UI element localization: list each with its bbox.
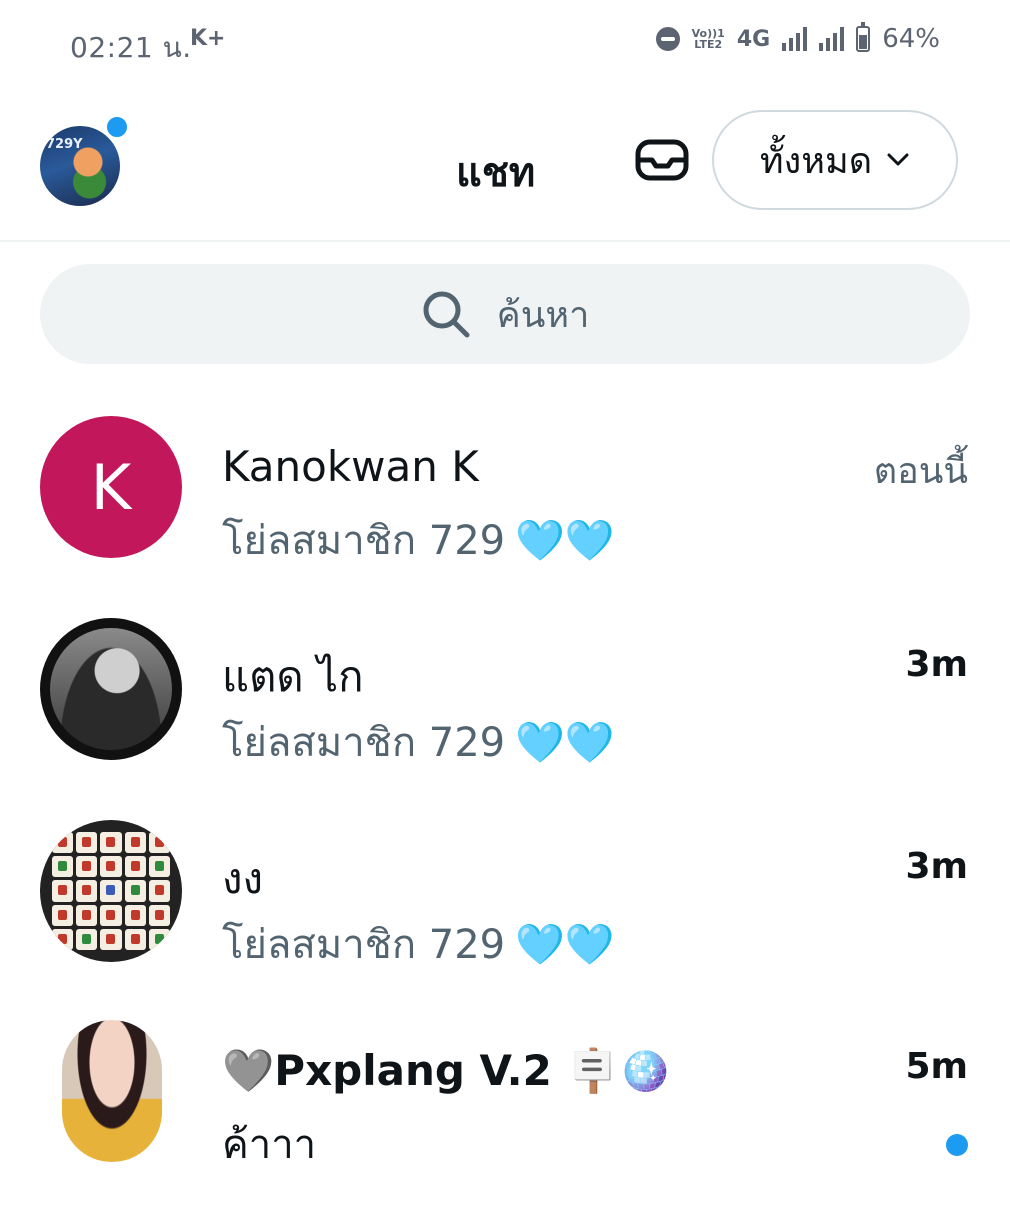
avatar-letter: K: [90, 450, 132, 524]
avatar[interactable]: K: [40, 416, 182, 558]
filter-label: ทั้งหมด: [759, 140, 873, 182]
light-blue-heart-emoji: 🩵🩵: [515, 517, 615, 564]
preview-text: โย่ลสมาชิก 729: [222, 720, 506, 766]
battery-icon: [856, 22, 871, 52]
volte-icon: Vo))1 LTE2: [692, 28, 725, 50]
conversation-time: ตอนนี้: [873, 451, 968, 492]
network-type: 4G: [736, 26, 771, 52]
conversation-name: งง: [222, 854, 264, 903]
avatar[interactable]: [40, 820, 182, 962]
conversation-item[interactable]: งง 3m โย่ลสมาชิก 729 🩵🩵: [0, 820, 1010, 1020]
search-icon: [423, 291, 470, 338]
preview-text: โย่ลสมาชิก 729: [222, 922, 506, 968]
chat-header: 729Y แชท ทั้งหมด: [0, 86, 1010, 242]
conversation-preview: ค้าาา: [222, 1112, 316, 1176]
status-bar: 02:21 น. K+ Vo))1 LTE2 4G 64%: [0, 0, 1010, 86]
conversation-time: 3m: [905, 644, 968, 685]
conversation-name: แตด ไก: [222, 652, 364, 701]
search-placeholder: ค้นหา: [496, 294, 590, 336]
conversation-preview: โย่ลสมาชิก 729 🩵🩵: [222, 912, 615, 976]
battery-percent: 64%: [882, 24, 940, 54]
signal-icon-2: [819, 27, 845, 51]
volte-bottom: LTE2: [694, 38, 723, 51]
conversation-item[interactable]: 🩶Pxplang V.2 🪧🪩 5m ค้าาา: [0, 1020, 1010, 1220]
conversation-preview: โย่ลสมาชิก 729 🩵🩵: [222, 710, 615, 774]
avatar[interactable]: [40, 1020, 182, 1162]
light-blue-heart-emoji: 🩵🩵: [515, 719, 615, 766]
light-blue-heart-emoji: 🩵🩵: [515, 921, 615, 968]
preview-text: โย่ลสมาชิก 729: [222, 518, 506, 564]
filter-dropdown[interactable]: ทั้งหมด: [712, 110, 958, 210]
avatar[interactable]: [40, 618, 182, 760]
avatar-logo-text: 729Y: [46, 137, 83, 152]
conversation-name: Kanokwan K: [222, 442, 479, 491]
signal-icon: [782, 27, 808, 51]
conversation-preview: โย่ลสมาชิก 729 🩵🩵: [222, 508, 615, 572]
conversation-name: 🩶Pxplang V.2 🪧🪩: [222, 1046, 672, 1095]
status-time: 02:21 น.: [70, 31, 192, 64]
status-icons: Vo))1 LTE2 4G 64%: [655, 22, 940, 54]
page-title: แชท: [456, 150, 536, 196]
conversation-item[interactable]: K Kanokwan K ตอนนี้ โย่ลสมาชิก 729 🩵🩵: [0, 416, 1010, 616]
search-input[interactable]: ค้นหา: [40, 264, 970, 364]
conversation-time: 3m: [905, 846, 968, 887]
chevron-down-icon: [887, 153, 909, 166]
preview-text: ค้าาา: [222, 1122, 317, 1168]
notification-dot: [104, 114, 130, 140]
unread-indicator: [946, 1134, 968, 1156]
profile-avatar[interactable]: 729Y: [40, 126, 120, 206]
do-not-disturb-icon: [655, 27, 680, 51]
conversation-item[interactable]: แตด ไก 3m โย่ลสมาชิก 729 🩵🩵: [0, 618, 1010, 818]
conversation-time: 5m: [905, 1046, 968, 1087]
carrier-badge: K+: [190, 26, 226, 51]
inbox-icon[interactable]: [632, 136, 692, 186]
